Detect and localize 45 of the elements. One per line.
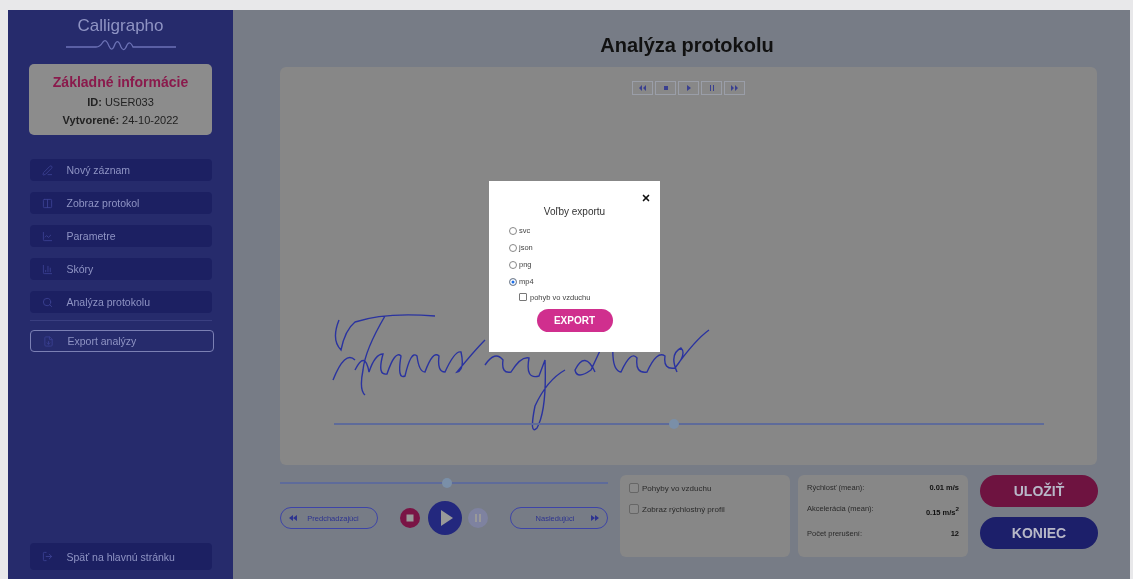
export-analysis-button[interactable]: Export analýzy <box>29 330 214 352</box>
slider-thumb[interactable] <box>442 478 453 488</box>
toolbar-button[interactable] <box>724 81 745 95</box>
toolbar-button[interactable] <box>701 81 722 95</box>
play-icon[interactable] <box>428 501 462 535</box>
checkbox-label: Zobraz rýchlostný profil <box>642 504 725 514</box>
page-title: Analýza protokolu <box>599 34 775 57</box>
stop-icon[interactable] <box>400 508 420 528</box>
nav-item[interactable]: Zobraz protokol <box>29 192 212 214</box>
radio-button[interactable] <box>509 226 517 235</box>
checkbox[interactable] <box>629 483 639 493</box>
info-field: ID: USER033 <box>87 96 154 108</box>
fast-forward-icon <box>591 515 599 521</box>
close-icon <box>641 193 651 203</box>
file-icon <box>42 335 54 347</box>
toolbar-button[interactable] <box>678 81 699 95</box>
nav-item[interactable]: Analýza protokolu <box>29 291 212 313</box>
nav-item[interactable]: Skóry <box>29 258 212 280</box>
nav-icon <box>41 296 53 308</box>
back-button[interactable]: Späť na hlavnú stránku <box>29 543 212 570</box>
action-button[interactable]: KONIEC <box>980 517 1098 549</box>
slider-thumb[interactable] <box>669 419 680 429</box>
nav-item[interactable]: Nový záznam <box>29 159 212 181</box>
nav-icon <box>41 164 53 176</box>
nav-icon <box>41 230 53 242</box>
nav-icon <box>41 197 53 209</box>
dialog-title: Voľby exportu <box>542 206 607 217</box>
toolbar-button[interactable] <box>632 81 653 95</box>
checkbox-label: Pohyby vo vzduchu <box>642 483 712 493</box>
exit-icon <box>41 551 53 562</box>
info-field: Vytvorené: 24-10-2022 <box>62 114 179 126</box>
radio-button[interactable] <box>509 260 517 269</box>
radio-button[interactable] <box>509 277 517 286</box>
rewind-icon <box>289 515 297 521</box>
info-title: Základné informácie <box>52 74 189 90</box>
logo-text: Calligrapho <box>77 16 164 36</box>
toolbar-button[interactable] <box>655 81 676 95</box>
checkbox[interactable] <box>629 504 639 514</box>
radio-button[interactable] <box>509 243 517 252</box>
export-button[interactable]: EXPORT <box>536 309 613 332</box>
close-button[interactable] <box>641 193 651 203</box>
nav-icon <box>41 263 53 275</box>
nav-item[interactable]: Parametre <box>29 225 212 247</box>
action-button[interactable]: ULOŽIŤ <box>980 475 1098 507</box>
checkbox[interactable] <box>519 293 527 301</box>
